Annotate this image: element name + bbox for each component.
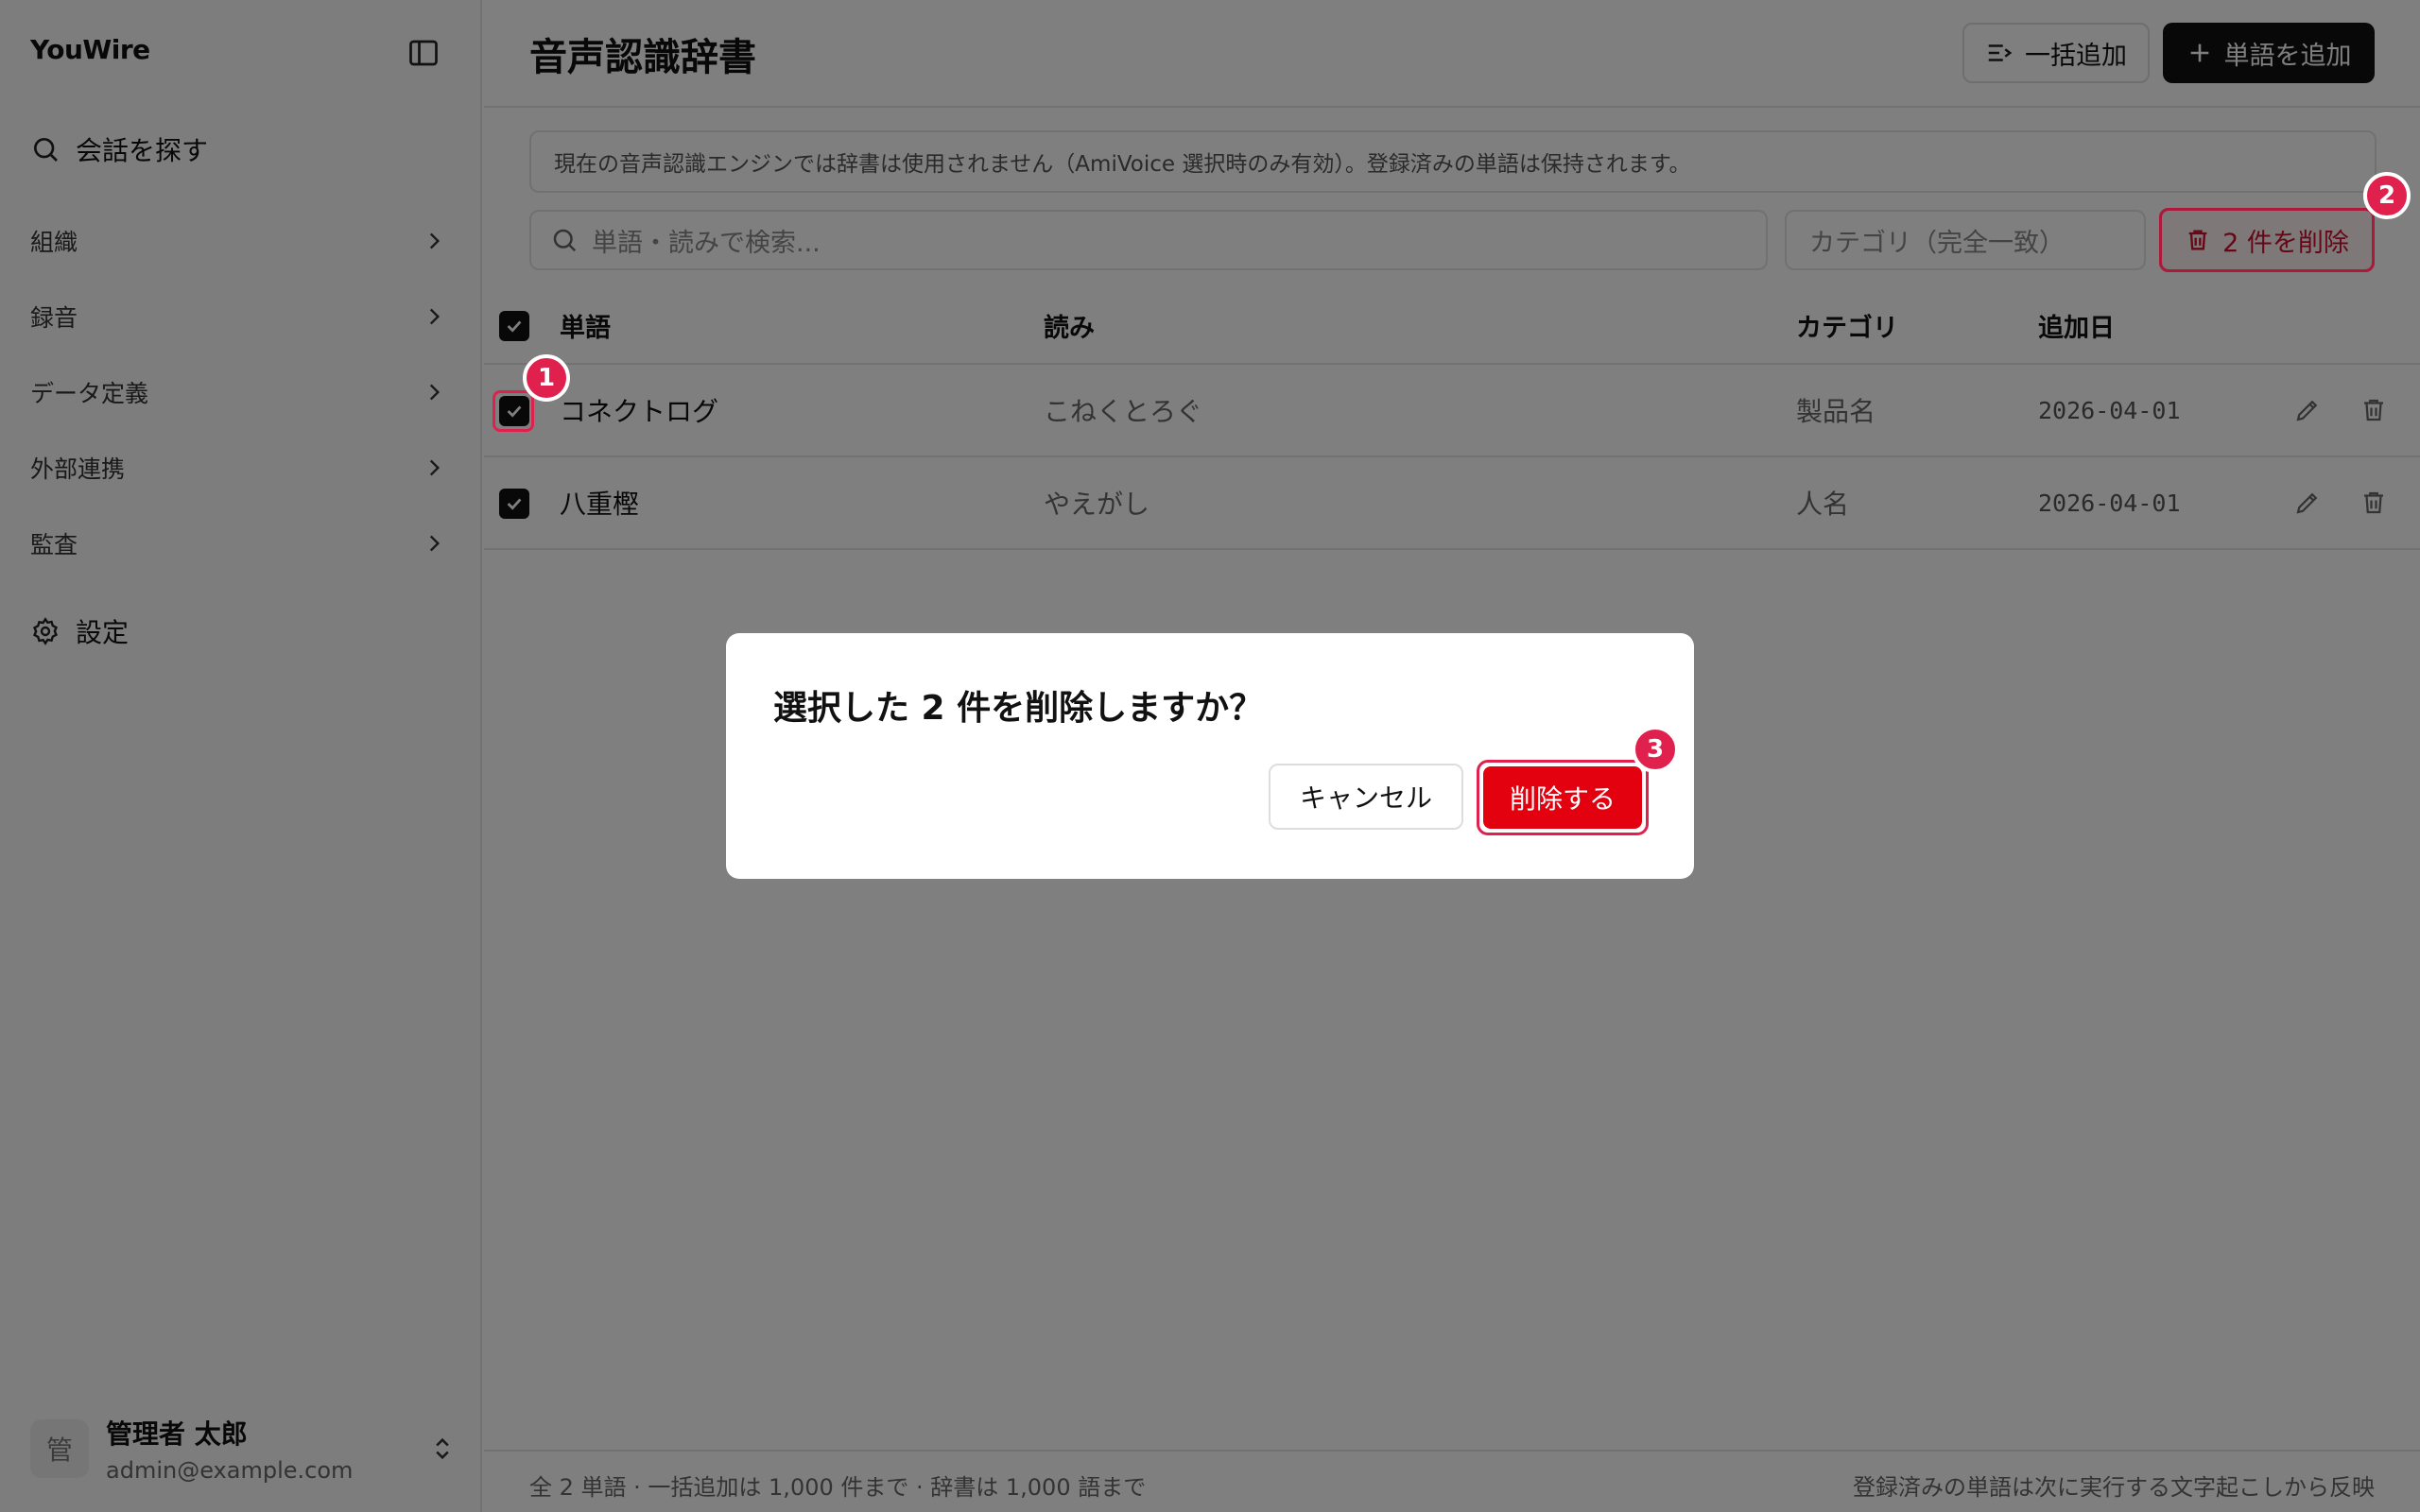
step-badge-3: 3 <box>1632 726 1679 773</box>
step-badge-1: 1 <box>523 354 570 402</box>
cancel-button[interactable]: キャンセル <box>1269 764 1463 830</box>
confirm-delete-dialog: 選択した 2 件を削除しますか？ キャンセル 削除する 3 <box>726 633 1694 879</box>
step-badge-2: 2 <box>2363 172 2411 219</box>
confirm-delete-button[interactable]: 削除する <box>1483 766 1642 829</box>
delete-selected-highlight <box>2159 208 2375 272</box>
step-highlight-checkbox <box>493 390 534 432</box>
dialog-title: 選択した 2 件を削除しますか？ <box>773 689 1264 728</box>
confirm-highlight: 削除する <box>1477 760 1649 835</box>
